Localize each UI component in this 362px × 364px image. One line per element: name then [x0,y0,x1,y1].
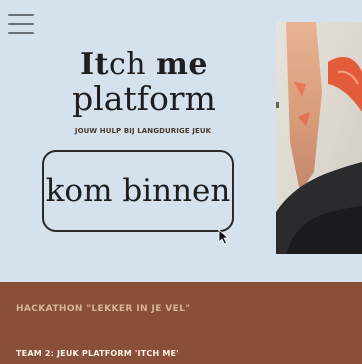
footer-section: HACKATHON "LEKKER IN JE VEL" TEAM 2: JEU… [0,282,362,364]
hackathon-title: HACKATHON "LEKKER IN JE VEL" [16,304,191,314]
arrow-cursor-icon [218,229,230,245]
logo-line-itch-me: Itch me [64,48,224,82]
hamburger-menu-icon[interactable] [8,14,34,34]
logo-platform: platform [72,79,216,118]
logo-itch-rest: ch [108,47,147,82]
site-logo: Itch me platform [64,48,224,118]
kom-binnen-label: kom binnen [45,173,231,209]
hero-section: Itch me platform JOUW HULP BIJ LANGDURIG… [0,0,362,262]
hero-photo-image [276,22,362,254]
logo-itch-bold: It [80,47,109,82]
logo-me: me [156,47,208,82]
hero-photo [276,22,362,254]
team-title: TEAM 2: JEUK PLATFORM 'ITCH ME' [16,349,179,358]
tagline: JOUW HULP BIJ LANGDURIGE JEUK [74,127,212,135]
kom-binnen-button[interactable]: kom binnen [42,150,234,232]
